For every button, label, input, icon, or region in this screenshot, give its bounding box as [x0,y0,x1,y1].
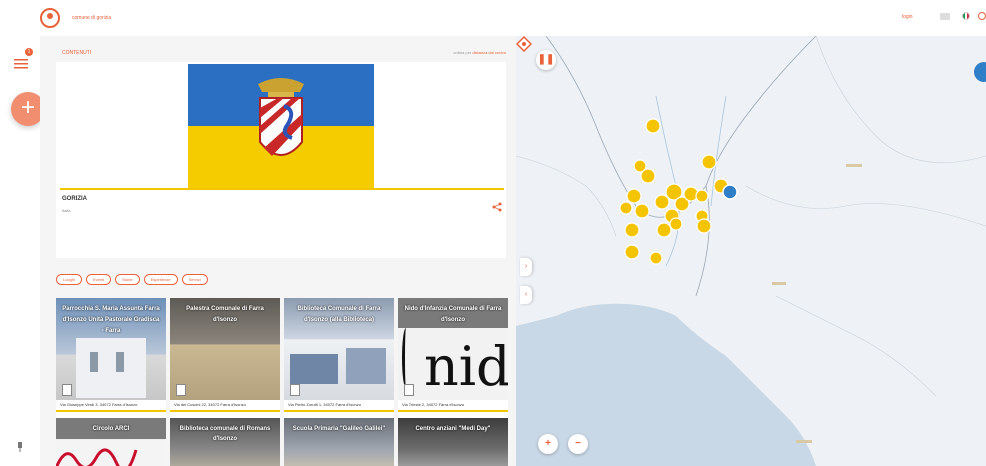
tile-divider [284,410,394,412]
place-name: GORIZIA [62,196,87,202]
current-location-marker[interactable] [722,184,738,200]
user-icon[interactable] [978,12,986,20]
italian-flag-icon[interactable] [962,12,970,20]
filter-chip[interactable]: Servizi [181,274,208,285]
login-link[interactable]: login [902,14,913,20]
municipality-logo-icon [290,384,300,396]
content-tiles: Parrocchia S. Maria Assunta Farra d'Ison… [56,298,508,438]
menu-badge: 1 [25,48,33,56]
site-link[interactable]: comune di gorizia [72,15,111,21]
zoom-out-button[interactable]: − [568,434,588,454]
tile-divider [398,410,508,412]
tile-title: Circolo ARCI [92,426,130,432]
tile-address: Via dei Cuscini 22, 34072 Farra d'Isonzo [174,402,246,407]
content-tile[interactable]: Circolo ARCI [56,418,166,466]
tile-address: Via Trieste 2, 34072 Farra d'Isonzo [402,402,465,407]
municipality-logo-icon [62,384,72,396]
content-tile[interactable]: Centro anziani "Medi Day" [398,418,508,466]
tile-title: Biblioteca Comunale di Farra d'Isonzo (a… [297,306,381,323]
pin-icon[interactable] [17,442,23,452]
content-tile[interactable]: Scuola Primaria "Galileo Galilei" [284,418,394,466]
tile-address: Via Giuseppe Verdi 3, 34072 Farra d'Ison… [60,402,138,407]
map-canvas[interactable] [516,36,986,466]
app-logo-icon[interactable] [40,8,60,28]
card-divider [60,188,504,190]
sort-control[interactable]: ordina per distanza dal centro [453,50,506,55]
filter-chip[interactable]: Eventi [86,274,112,285]
content-tile[interactable]: nid Nido d'Infanzia Comunale di Farra d'… [398,298,508,434]
content-tiles-row-2: Circolo ARCI Biblioteca comunale di Roma… [56,418,508,466]
tile-title: Centro anziani "Medi Day" [415,426,491,432]
content-tile[interactable]: Biblioteca comunale di Romans d'Isonzo [170,418,280,466]
content-tile[interactable]: Palestra Comunale di Farra d'Isonzo Via … [170,298,280,434]
content-tile[interactable]: Biblioteca Comunale di Farra d'Isonzo (a… [284,298,394,434]
content-panel: CONTENUTI ordina per distanza dal centro… [40,36,516,466]
municipality-logo-icon [176,384,186,396]
place-card: GORIZIA Italia [56,62,506,258]
municipality-logo-icon [404,384,414,396]
tile-divider [170,410,280,412]
share-icon[interactable] [492,202,502,212]
sort-value[interactable]: distanza dal centro [472,50,506,55]
grid-icon[interactable] [940,13,950,20]
sort-prefix: ordina per [453,50,472,55]
gorizia-flag-image [188,64,374,188]
tile-title: Scuola Primaria "Galileo Galilei" [292,426,386,432]
panel-heading: CONTENUTI [62,50,92,56]
filter-chip[interactable]: Esperienze [143,274,178,285]
expand-panel-toggle[interactable]: ‹ [520,286,532,304]
place-subtitle: Italia [62,208,71,213]
tile-title: Biblioteca comunale di Romans d'Isonzo [179,426,271,442]
zoom-in-button[interactable]: + [538,434,558,454]
pause-button[interactable]: ❚❚ [536,50,556,70]
menu-icon[interactable] [14,58,28,70]
collapse-panel-toggle[interactable]: › [520,258,532,276]
tile-address: Via Pietro Zorutti 1, 34072 Farra d'Ison… [288,402,361,407]
filter-chip[interactable]: Luoghi [56,274,83,285]
filter-chips: Luoghi Eventi Storie Esperienze Servizi [56,274,208,288]
tile-title: Parrocchia S. Maria Assunta Farra d'Ison… [62,306,160,334]
tile-divider [56,410,166,412]
tile-title: Palestra Comunale di Farra d'Isonzo [186,306,264,323]
content-tile[interactable]: Parrocchia S. Maria Assunta Farra d'Ison… [56,298,166,434]
route-icon[interactable] [516,36,532,52]
tile-image [56,448,138,466]
filter-chip[interactable]: Storie [115,274,140,285]
map-view[interactable]: ❚❚ + − [516,36,986,466]
top-bar: comune di gorizia login [0,0,986,36]
tile-title: Nido d'Infanzia Comunale di Farra d'Ison… [404,306,502,323]
